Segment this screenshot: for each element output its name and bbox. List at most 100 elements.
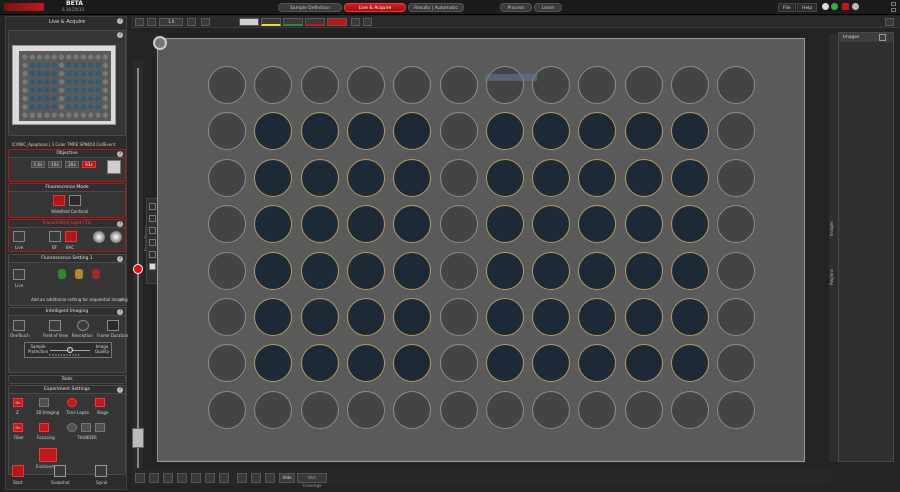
well-H9[interactable]	[578, 390, 617, 429]
well-F3[interactable]	[300, 298, 339, 336]
well-D1[interactable]	[208, 205, 246, 244]
learn-button[interactable]: Learn	[534, 3, 562, 12]
well-H8[interactable]	[532, 390, 571, 429]
well-G1[interactable]	[208, 344, 246, 383]
well-A5[interactable]	[393, 66, 432, 104]
fiber-on-button[interactable]: On	[13, 423, 23, 432]
well-A7[interactable]	[485, 66, 524, 104]
well-B2[interactable]	[254, 112, 293, 151]
well-B8[interactable]	[532, 112, 571, 151]
well-F12[interactable]	[717, 298, 756, 336]
channel-toggle-active[interactable]	[327, 18, 347, 26]
focus-tool-5[interactable]	[149, 251, 156, 258]
plate-overview[interactable]	[12, 45, 116, 125]
well-C1[interactable]	[208, 158, 246, 197]
focus-knob[interactable]	[133, 264, 143, 274]
well-plate-view[interactable]	[157, 38, 805, 462]
well-F4[interactable]	[346, 298, 385, 336]
well-E7[interactable]	[485, 251, 524, 290]
well-A2[interactable]	[254, 66, 293, 104]
well-C3[interactable]	[300, 158, 339, 197]
focusing-button[interactable]	[39, 423, 49, 432]
help-icon[interactable]: ?	[117, 151, 123, 157]
aperture-knob[interactable]	[110, 231, 122, 243]
well-F6[interactable]	[439, 298, 478, 336]
well-C12[interactable]	[717, 158, 756, 197]
well-G4[interactable]	[346, 344, 385, 383]
well-C8[interactable]	[532, 158, 571, 197]
well-B9[interactable]	[578, 112, 617, 151]
focus-slider[interactable]	[133, 60, 143, 480]
well-A3[interactable]	[300, 66, 339, 104]
start-button[interactable]	[12, 465, 24, 477]
well-D7[interactable]	[485, 205, 524, 244]
well-B5[interactable]	[393, 112, 432, 151]
well-F8[interactable]	[532, 298, 571, 336]
well-E8[interactable]	[532, 251, 571, 290]
well-C9[interactable]	[578, 158, 617, 197]
well-H7[interactable]	[485, 390, 524, 429]
well-F9[interactable]	[578, 298, 617, 336]
well-H1[interactable]	[208, 390, 246, 429]
well-E2[interactable]	[254, 251, 293, 290]
tab-sample-definition[interactable]: Sample Definition	[278, 3, 342, 12]
well-B1[interactable]	[208, 112, 246, 151]
well-F5[interactable]	[393, 298, 432, 336]
thunder-option-3[interactable]	[95, 423, 105, 432]
well-H11[interactable]	[671, 390, 709, 429]
well-E3[interactable]	[300, 251, 339, 290]
onetouch-button[interactable]	[13, 320, 25, 331]
well-E10[interactable]	[624, 251, 663, 290]
well-G10[interactable]	[624, 344, 663, 383]
ellipse-tool-icon[interactable]	[191, 473, 201, 483]
well-C11[interactable]	[671, 158, 709, 197]
merge-icon[interactable]	[251, 473, 261, 483]
menu-help[interactable]: Help	[797, 3, 818, 12]
help-icon[interactable]: ?	[117, 256, 123, 262]
delete-icon[interactable]	[265, 473, 275, 483]
well-F1[interactable]	[208, 298, 246, 336]
channel-green-icon[interactable]	[58, 269, 66, 279]
polygon-tool-icon[interactable]	[219, 473, 229, 483]
well-G5[interactable]	[393, 344, 432, 383]
well-D8[interactable]	[532, 205, 571, 244]
channel-toggle-yellow[interactable]	[261, 18, 281, 26]
toolbar-zoom-out-button[interactable]	[147, 18, 156, 26]
well-H6[interactable]	[439, 390, 478, 429]
lens-10x[interactable]: 10x	[48, 161, 62, 168]
well-A8[interactable]	[532, 66, 571, 104]
well-G3[interactable]	[300, 344, 339, 383]
plate-corner-handle[interactable]	[153, 36, 167, 50]
z-on-button[interactable]: On	[13, 398, 23, 407]
resolution-button[interactable]	[77, 320, 89, 331]
3d-imaging-button[interactable]	[39, 398, 49, 407]
thunder-option-1[interactable]	[67, 423, 77, 432]
environment-button[interactable]	[39, 448, 57, 462]
channel-toggle-white[interactable]	[239, 18, 259, 26]
well-H12[interactable]	[717, 390, 756, 429]
well-G2[interactable]	[254, 344, 293, 383]
circle-tool-icon[interactable]	[205, 473, 215, 483]
field-of-view-button[interactable]	[49, 320, 61, 331]
well-D4[interactable]	[346, 205, 385, 244]
lens-1-6x[interactable]: 1.6x	[31, 161, 45, 168]
well-G12[interactable]	[717, 344, 756, 383]
gear-icon[interactable]	[852, 3, 859, 10]
panel-toggle-icon[interactable]	[885, 18, 894, 26]
well-G6[interactable]	[439, 344, 478, 383]
well-D3[interactable]	[300, 205, 339, 244]
well-C7[interactable]	[485, 158, 524, 197]
well-B3[interactable]	[300, 112, 339, 151]
focus-tool-4[interactable]	[149, 239, 156, 246]
well-C2[interactable]	[254, 158, 293, 197]
zoom-field[interactable]: 1.0	[159, 18, 183, 26]
help-icon[interactable]: ?	[117, 32, 123, 38]
toolbar-left-button[interactable]	[135, 18, 144, 26]
fl-live-button[interactable]	[13, 269, 25, 280]
well-D5[interactable]	[393, 205, 432, 244]
well-F2[interactable]	[254, 298, 293, 336]
well-E6[interactable]	[439, 251, 478, 290]
well-G11[interactable]	[671, 344, 709, 383]
add-icon[interactable]: +	[120, 297, 124, 303]
spiral-button[interactable]	[95, 465, 107, 477]
